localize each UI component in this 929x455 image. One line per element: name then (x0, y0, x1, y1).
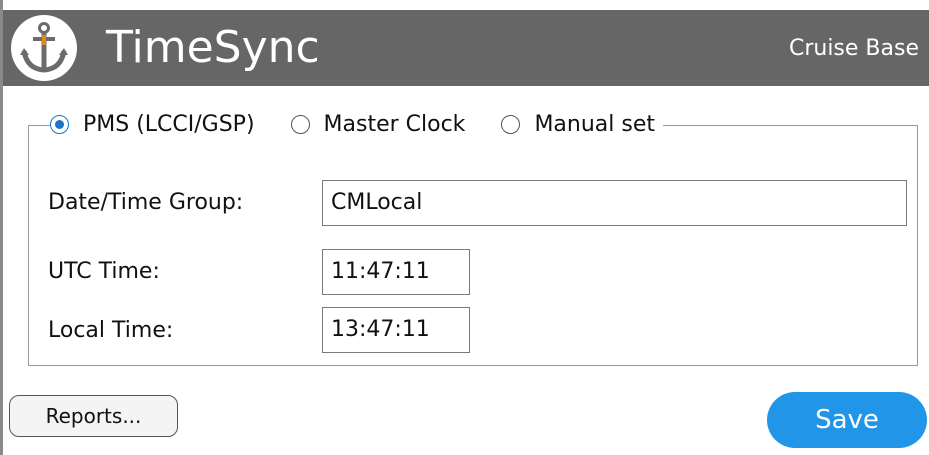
anchor-icon (11, 15, 77, 81)
title-bar: TimeSync Cruise Base (3, 10, 929, 86)
local-time-field[interactable]: 13:47:11 (322, 307, 470, 353)
radio-option-master-clock[interactable]: Master Clock (290, 111, 466, 137)
radio-unselected-icon[interactable] (501, 114, 521, 134)
utc-time-field[interactable]: 11:47:11 (322, 249, 470, 295)
radio-unselected-icon[interactable] (290, 114, 310, 134)
time-source-options: PMS (LCCI/GSP) Master Clock Manual set (50, 104, 663, 144)
local-time-label: Local Time: (48, 318, 174, 343)
date-time-group-label: Date/Time Group: (48, 190, 244, 215)
reports-button[interactable]: Reports... (9, 395, 178, 437)
radio-label-pms: PMS (LCCI/GSP) (83, 111, 255, 137)
date-time-group-field[interactable]: CMLocal (322, 180, 907, 226)
radio-selected-icon[interactable] (50, 114, 69, 134)
radio-option-pms[interactable]: PMS (LCCI/GSP) (50, 112, 255, 137)
radio-label-manual-set: Manual set (534, 111, 655, 137)
app-title: TimeSync (106, 22, 320, 73)
save-button[interactable]: Save (767, 392, 927, 448)
radio-label-master-clock: Master Clock (323, 111, 466, 137)
utc-time-label: UTC Time: (48, 259, 160, 284)
app-subtitle: Cruise Base (788, 36, 919, 61)
radio-option-manual-set[interactable]: Manual set (501, 112, 655, 137)
